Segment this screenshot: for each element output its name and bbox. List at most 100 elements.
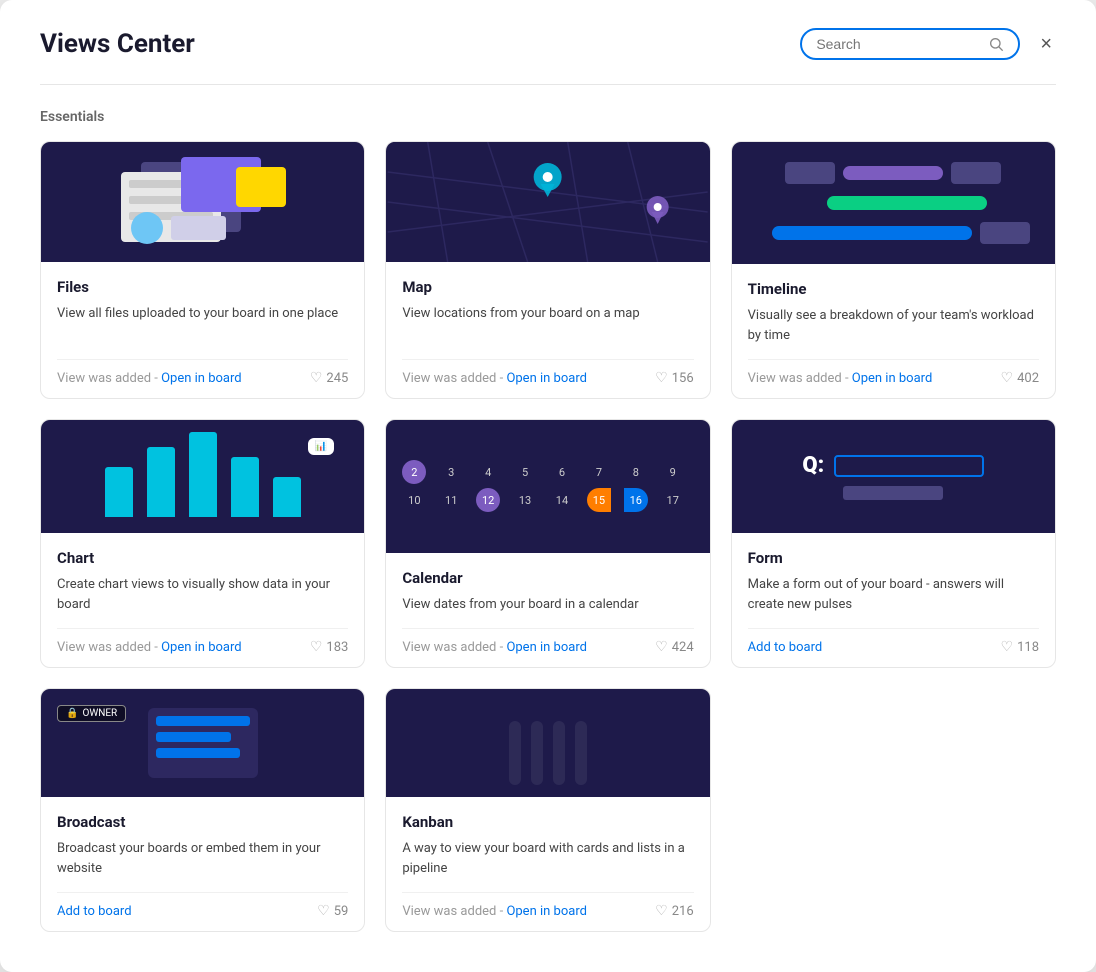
cal-cell-15: 15	[587, 488, 611, 512]
form-q-label: Q:	[802, 453, 824, 478]
card-broadcast: 🔒 OWNER Broadcast Broadcast your boards …	[40, 688, 365, 932]
cal-cell-12: 12	[476, 488, 500, 512]
card-body-broadcast: Broadcast Broadcast your boards or embed…	[41, 797, 364, 931]
cal-grid: 2 3 4 5 6 7 8 9 10 11 12 13 14 15	[402, 460, 693, 512]
card-image-form: Q:	[732, 420, 1055, 533]
tl-msg-3	[980, 222, 1030, 244]
doc-yellow	[236, 167, 286, 207]
kanban-col-1	[509, 721, 521, 785]
card-body-form: Form Make a form out of your board - ans…	[732, 533, 1055, 667]
modal-header: Views Center ×	[40, 28, 1056, 60]
tl-msg-left	[785, 162, 835, 184]
card-desc-timeline: Visually see a breakdown of your team's …	[748, 306, 1039, 345]
card-desc-form: Make a form out of your board - answers …	[748, 575, 1039, 614]
cards-grid: Files View all files uploaded to your bo…	[40, 141, 1056, 932]
card-image-kanban	[386, 689, 709, 797]
card-desc-map: View locations from your board on a map	[402, 304, 693, 345]
card-kanban: Kanban A way to view your board with car…	[385, 688, 710, 932]
card-action-calendar: View was added - Open in board	[402, 640, 587, 655]
section-label: Essentials	[40, 109, 1056, 125]
tl-bar-purple	[843, 166, 943, 180]
open-board-link-kanban[interactable]: Open in board	[506, 904, 587, 919]
bar-col-2	[147, 447, 175, 517]
card-title-chart: Chart	[57, 549, 348, 567]
broadcast-line-1	[156, 716, 250, 726]
cal-cell-4: 4	[476, 460, 500, 484]
bar-rect-1	[105, 467, 133, 517]
card-title-map: Map	[402, 278, 693, 296]
open-board-link-map[interactable]: Open in board	[506, 371, 587, 386]
map-svg	[386, 142, 709, 262]
modal-title: Views Center	[40, 29, 195, 59]
bar-rect-5	[273, 477, 301, 517]
add-to-board-link-form[interactable]: Add to board	[748, 640, 823, 655]
cal-cell-17: 17	[661, 488, 685, 512]
card-title-timeline: Timeline	[748, 280, 1039, 298]
likes-count-broadcast: 59	[334, 904, 349, 919]
cal-cell-7: 7	[587, 460, 611, 484]
card-action-timeline: View was added - Open in board	[748, 371, 933, 386]
likes-count-kanban: 216	[672, 904, 694, 919]
card-desc-calendar: View dates from your board in a calendar	[402, 595, 693, 615]
card-body-kanban: Kanban A way to view your board with car…	[386, 797, 709, 931]
card-desc-files: View all files uploaded to your board in…	[57, 304, 348, 345]
cal-cell-11: 11	[439, 488, 463, 512]
card-body-map: Map View locations from your board on a …	[386, 262, 709, 398]
bar-col-3	[189, 432, 217, 517]
bar-rect-4	[231, 457, 259, 517]
search-input[interactable]	[816, 36, 980, 52]
card-image-chart: 📊	[41, 420, 364, 533]
cal-cell-16: 16	[624, 488, 648, 512]
heart-icon-map: ♡	[655, 370, 668, 386]
open-board-link-chart[interactable]: Open in board	[161, 640, 242, 655]
views-center-modal: Views Center × Essentials	[0, 0, 1096, 972]
card-chart: 📊 Chart Create chart views to visually s…	[40, 419, 365, 668]
card-action-kanban: View was added - Open in board	[402, 904, 587, 919]
tl-bar-teal	[772, 226, 972, 240]
card-footer-kanban: View was added - Open in board ♡ 216	[402, 892, 693, 919]
doc-line-2	[129, 196, 189, 204]
likes-count-timeline: 402	[1017, 371, 1039, 386]
card-likes-files: ♡ 245	[310, 370, 348, 386]
cal-cell-8: 8	[624, 460, 648, 484]
form-input-small	[843, 486, 943, 500]
status-text-chart: View was added -	[57, 640, 161, 655]
heart-icon-calendar: ♡	[655, 639, 668, 655]
card-action-files: View was added - Open in board	[57, 371, 242, 386]
card-desc-kanban: A way to view your board with cards and …	[402, 839, 693, 878]
likes-count-files: 245	[326, 371, 348, 386]
open-board-link-timeline[interactable]: Open in board	[852, 371, 933, 386]
search-box[interactable]	[800, 28, 1020, 60]
card-title-form: Form	[748, 549, 1039, 567]
form-input-mock	[834, 455, 984, 477]
card-footer-broadcast: Add to board ♡ 59	[57, 892, 348, 919]
form-q-row: Q:	[748, 453, 1039, 478]
bar-col-4	[231, 457, 259, 517]
card-footer-timeline: View was added - Open in board ♡ 402	[748, 359, 1039, 386]
essentials-section: Essentials Files	[40, 109, 1056, 932]
card-footer-chart: View was added - Open in board ♡ 183	[57, 628, 348, 655]
bar-rect-2	[147, 447, 175, 517]
card-likes-map: ♡ 156	[655, 370, 693, 386]
open-board-link-files[interactable]: Open in board	[161, 371, 242, 386]
cal-cell-5: 5	[513, 460, 537, 484]
card-body-calendar: Calendar View dates from your board in a…	[386, 553, 709, 668]
tl-msg-right	[951, 162, 1001, 184]
status-text-kanban: View was added -	[402, 904, 506, 919]
add-to-board-link-broadcast[interactable]: Add to board	[57, 904, 132, 919]
close-button[interactable]: ×	[1036, 30, 1056, 58]
cal-cell-2: 2	[402, 460, 426, 484]
card-image-files	[41, 142, 364, 262]
cal-cell-10: 10	[402, 488, 426, 512]
card-likes-chart: ♡ 183	[310, 639, 348, 655]
heart-icon-chart: ♡	[310, 639, 323, 655]
cal-cell-14: 14	[550, 488, 574, 512]
card-timeline: Timeline Visually see a breakdown of you…	[731, 141, 1056, 399]
card-title-kanban: Kanban	[402, 813, 693, 831]
avatar-circle	[131, 212, 163, 244]
card-body-files: Files View all files uploaded to your bo…	[41, 262, 364, 398]
open-board-link-calendar[interactable]: Open in board	[506, 640, 587, 655]
heart-icon-files: ♡	[310, 370, 323, 386]
card-calendar: 2 3 4 5 6 7 8 9 10 11 12 13 14 15	[385, 419, 710, 668]
card-body-chart: Chart Create chart views to visually sho…	[41, 533, 364, 667]
